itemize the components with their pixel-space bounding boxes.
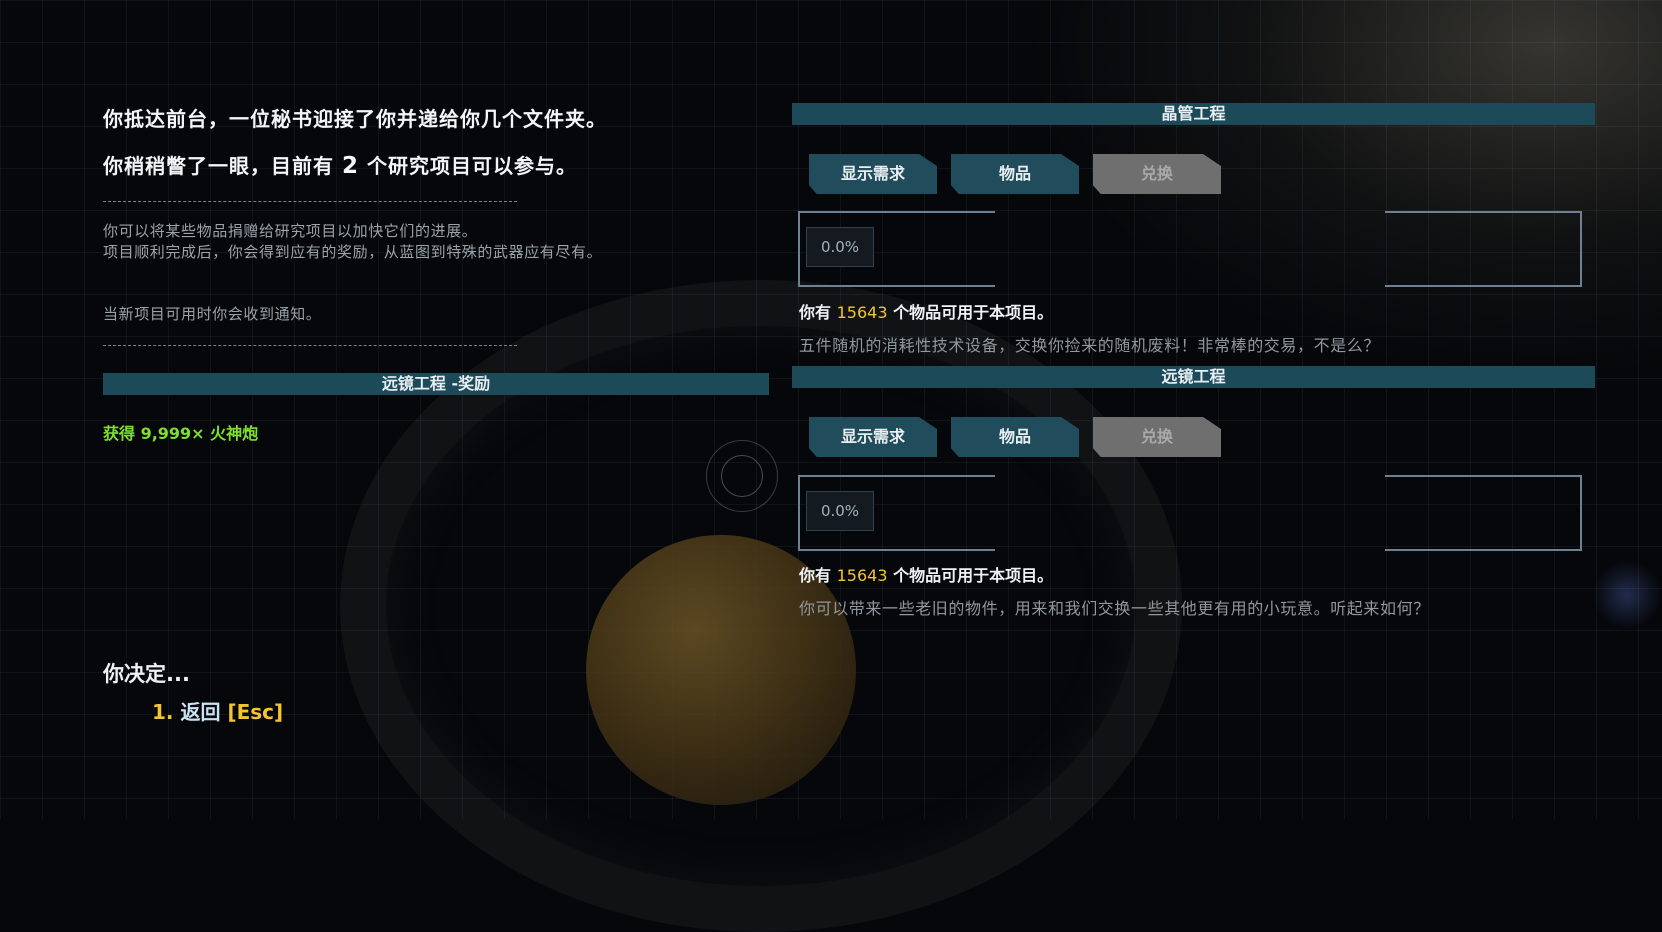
intro-line-2-prefix: 你稍稍瞥了一眼，目前有 [103,154,334,178]
project-1-progress-percent: 0.0% [806,227,874,267]
project-2-progress-percent: 0.0% [806,491,874,531]
option-return[interactable]: 1. 返回 [Esc] [152,696,283,725]
have-suffix: 个物品可用于本项目。 [893,566,1054,585]
option-number: 1. [152,700,174,724]
option-hotkey: [Esc] [227,700,284,724]
have-count: 15643 [836,566,888,585]
project-2-description: 你可以带来一些老旧的物件，用来和我们交换一些其他更有用的小玩意。听起来如何？ [799,599,1430,618]
have-prefix: 你有 [799,303,832,322]
note-reward: 项目顺利完成后，你会得到应有的奖励，从蓝图到特殊的武器应有尽有。 [103,243,603,261]
project-2-title: 远镜工程 [792,366,1595,388]
project-1-description: 五件随机的消耗性技术设备，交换你捡来的随机废料！非常棒的交易，不是么？ [799,336,1381,355]
have-count: 15643 [836,303,888,322]
progress-bracket-right [1385,475,1582,551]
progress-bracket-right [1385,211,1582,287]
intro-line-2-suffix: 个研究项目可以参与。 [366,154,577,178]
have-suffix: 个物品可用于本项目。 [893,303,1054,322]
project-1-items-available: 你有 15643 个物品可用于本项目。 [799,299,1053,323]
project-2-items-tab[interactable]: 物品 [951,417,1079,457]
option-label: 返回 [180,700,221,724]
distant-star [1592,560,1662,630]
reward-text: 获得 9,999× 火神炮 [103,424,259,443]
decision-prompt: 你决定... [103,662,190,686]
project-count: 2 [341,153,359,179]
reward-banner: 远镜工程 -奖励 [103,373,769,395]
intro-line-2: 你稍稍瞥了一眼，目前有 2 个研究项目可以参与。 [103,150,577,179]
project-2-show-requirements-tab[interactable]: 显示需求 [809,417,937,457]
divider-top [103,201,517,202]
project-1-items-tab[interactable]: 物品 [951,154,1079,194]
project-2-exchange-tab[interactable]: 兑换 [1093,417,1221,457]
divider-bottom [103,345,517,346]
location-marker-icon [706,440,778,512]
project-2-items-available: 你有 15643 个物品可用于本项目。 [799,562,1053,586]
project-2-progress-frame: 0.0% [798,475,1582,551]
intro-line-1: 你抵达前台，一位秘书迎接了你并递给你几个文件夹。 [103,107,607,131]
note-donate: 你可以将某些物品捐赠给研究项目以加快它们的进展。 [103,222,478,240]
have-prefix: 你有 [799,566,832,585]
project-1-exchange-tab[interactable]: 兑换 [1093,154,1221,194]
project-1-title: 晶管工程 [792,103,1595,125]
project-1-show-requirements-tab[interactable]: 显示需求 [809,154,937,194]
project-1-progress-frame: 0.0% [798,211,1582,287]
note-notify: 当新项目可用时你会收到通知。 [103,305,322,323]
